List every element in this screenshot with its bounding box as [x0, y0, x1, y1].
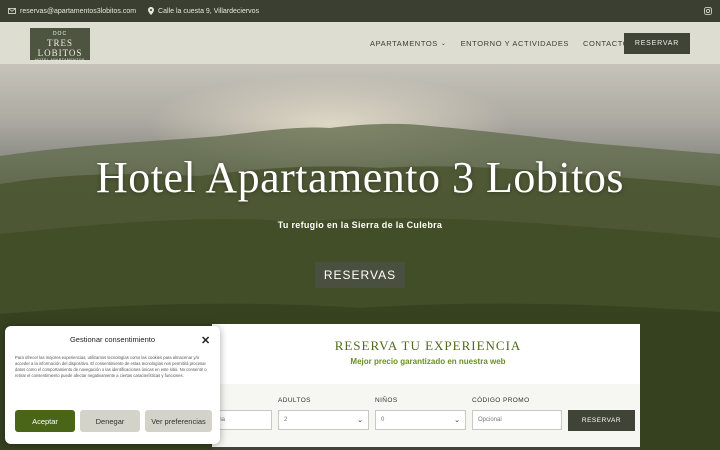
- cookie-consent-dialog: Gestionar consentimiento ✕ Para ofrecer …: [5, 326, 220, 444]
- logo-subtitle: HOTEL APARTAMENTOS: [35, 58, 85, 62]
- cookie-deny-button[interactable]: Denegar: [80, 410, 140, 432]
- main-nav: APARTAMENTOS ⌄ ENTORNO Y ACTIVIDADES CON…: [370, 39, 643, 48]
- booking-subtitle: Mejor precio garantizado en nuestra web: [350, 357, 506, 366]
- nav-label[interactable]: CONTACTO: [583, 39, 629, 48]
- address-text: Calle la cuesta 9, Villardeciervos: [158, 7, 260, 15]
- booking-submit-button[interactable]: RESERVAR: [568, 410, 635, 431]
- children-select[interactable]: 0 ⌄: [375, 410, 466, 430]
- header-reserve-button[interactable]: RESERVAR: [624, 33, 690, 54]
- hero-subtitle: Tu refugio en la Sierra de la Culebra: [277, 220, 443, 230]
- top-bar: reservas@apartamentos3lobitos.com Calle …: [0, 0, 720, 22]
- booking-form: echa ADULTOS 2 ⌄ NIÑOS 0 ⌄ CÓDIGO PROMO …: [206, 384, 640, 450]
- cookie-accept-button[interactable]: Aceptar: [15, 410, 75, 432]
- chevron-down-icon: ⌄: [454, 417, 460, 424]
- children-value: 0: [381, 417, 385, 423]
- promo-label: CÓDIGO PROMO: [472, 397, 530, 404]
- promo-input[interactable]: Opcional: [472, 410, 562, 430]
- adults-label: ADULTOS: [278, 397, 311, 404]
- close-icon[interactable]: ✕: [201, 334, 210, 347]
- nav-item-contacto[interactable]: CONTACTO: [583, 39, 629, 48]
- booking-title: RESERVA TU EXPERIENCIA: [334, 338, 522, 353]
- adults-value: 2: [284, 417, 288, 423]
- nav-item-entorno[interactable]: ENTORNO Y ACTIVIDADES: [461, 39, 569, 48]
- nav-label[interactable]: APARTAMENTOS: [370, 39, 438, 48]
- hero-title: Hotel Apartamento 3 Lobitos: [96, 153, 624, 202]
- cookie-title: Gestionar consentimiento: [69, 335, 156, 344]
- logo-name: TRES LOBITOS: [37, 38, 83, 58]
- site-logo[interactable]: DOC TRES LOBITOS HOTEL APARTAMENTOS: [30, 28, 90, 62]
- site-header: DOC TRES LOBITOS HOTEL APARTAMENTOS APAR…: [0, 22, 720, 64]
- promo-placeholder: Opcional: [478, 417, 502, 423]
- map-pin-icon: [148, 7, 155, 15]
- logo-mark: DOC: [52, 31, 68, 37]
- cookie-preferences-button[interactable]: Ver preferencias: [145, 410, 212, 432]
- children-label: NIÑOS: [375, 397, 398, 404]
- hero-reservas-button[interactable]: RESERVAS: [315, 262, 405, 288]
- cookie-text: Para ofrecer las mejores experiencias, u…: [15, 355, 207, 378]
- instagram-icon[interactable]: [704, 7, 712, 15]
- instagram-link[interactable]: [704, 7, 712, 15]
- chevron-down-icon: ⌄: [357, 417, 363, 424]
- nav-label[interactable]: ENTORNO Y ACTIVIDADES: [461, 39, 569, 48]
- chevron-down-icon: ⌄: [440, 41, 447, 47]
- address-contact: Calle la cuesta 9, Villardeciervos: [148, 7, 259, 15]
- email-text[interactable]: reservas@apartamentos3lobitos.com: [20, 8, 136, 15]
- adults-select[interactable]: 2 ⌄: [278, 410, 369, 430]
- envelope-icon: [8, 8, 16, 14]
- nav-item-apartamentos[interactable]: APARTAMENTOS ⌄: [370, 39, 447, 48]
- email-contact[interactable]: reservas@apartamentos3lobitos.com: [8, 8, 136, 15]
- booking-panel: RESERVA TU EXPERIENCIA Mejor precio gara…: [206, 324, 640, 450]
